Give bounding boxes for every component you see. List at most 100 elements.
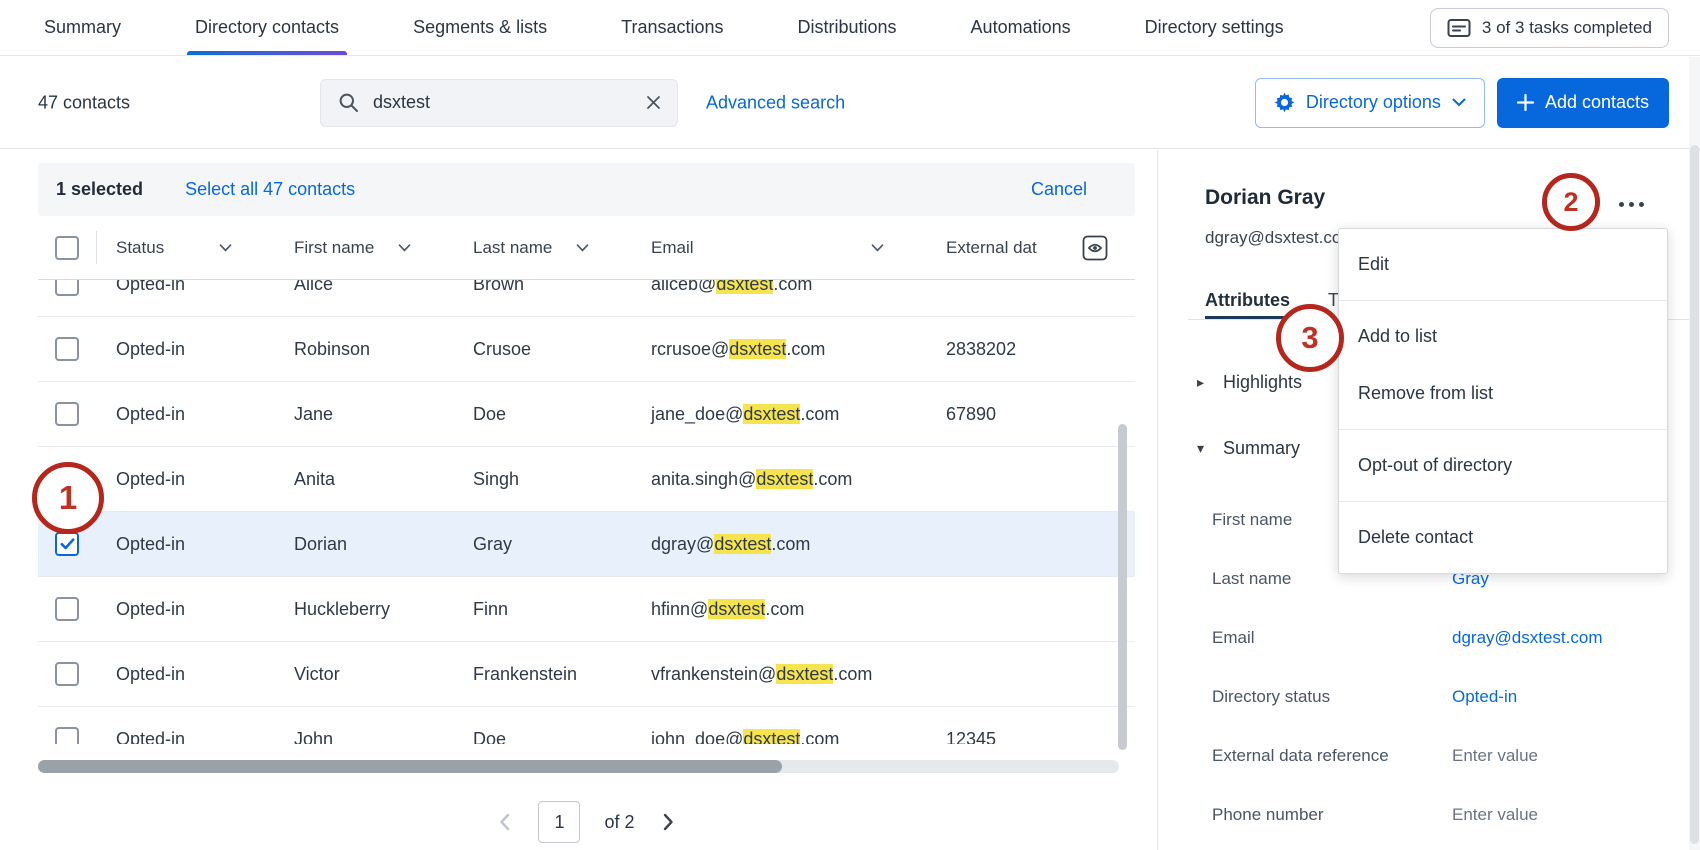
nav-tab-distributions[interactable]: Distributions [790,0,905,55]
search-highlight: dsxtest [776,664,833,684]
cell-first-name: Anita [274,469,453,490]
field-label: Directory status [1212,687,1452,707]
table-row[interactable]: Opted-inJohnDoejohn_doe@dsxtest.com12345 [38,707,1135,744]
selection-bar: 1 selected Select all 47 contacts Cancel [38,163,1135,216]
column-header-last-name[interactable]: Last name [453,216,631,279]
tasks-button-label: 3 of 3 tasks completed [1482,18,1652,38]
manage-columns-icon[interactable] [1081,234,1109,262]
table-row[interactable]: Opted-inJaneDoejane_doe@dsxtest.com67890 [38,382,1135,447]
field-label: Email [1212,628,1452,648]
table-row[interactable]: Opted-inAliceBrownaliceb@dsxtest.com [38,280,1135,317]
advanced-search-link[interactable]: Advanced search [706,92,845,113]
nav-tab-transactions[interactable]: Transactions [613,0,731,55]
row-checkbox-cell [38,280,96,296]
table-header: StatusFirst nameLast nameEmail External d… [38,216,1135,280]
menu-item-delete-contact[interactable]: Delete contact [1339,509,1667,566]
cell-first-name: Alice [274,280,453,295]
search-highlight: dsxtest [729,339,786,359]
panel-tab-attributes[interactable]: Attributes [1205,282,1290,319]
menu-item-edit[interactable]: Edit [1339,236,1667,293]
select-all-checkbox[interactable] [55,236,79,260]
page-scrollbar[interactable] [1689,57,1700,850]
horizontal-scrollbar-thumb[interactable] [38,760,782,773]
row-checkbox[interactable] [55,727,79,744]
row-checkbox[interactable] [55,662,79,686]
nav-tab-segments-lists[interactable]: Segments & lists [405,0,555,55]
table-row[interactable]: Opted-inAnitaSinghanita.singh@dsxtest.co… [38,447,1135,512]
field-row: Emaildgray@dsxtest.com [1212,608,1690,667]
chevron-down-icon [398,244,411,252]
vertical-scrollbar-thumb[interactable] [1118,424,1127,750]
nav-tab-label: Directory settings [1145,17,1284,38]
add-contacts-button[interactable]: Add contacts [1497,78,1669,128]
row-checkbox[interactable] [55,532,79,556]
table-row[interactable]: Opted-inRobinsonCrusoercrusoe@dsxtest.co… [38,317,1135,382]
cancel-selection-link[interactable]: Cancel [1031,179,1087,200]
column-header-email[interactable]: Email [631,216,926,279]
search-highlight: dsxtest [716,280,773,294]
field-value-external-data-reference[interactable]: Enter value [1452,746,1538,766]
nav-tab-directory-settings[interactable]: Directory settings [1137,0,1292,55]
cell-status: Opted-in [96,339,274,360]
horizontal-scrollbar[interactable] [38,760,1119,773]
nav-tab-label: Distributions [798,17,897,38]
row-checkbox-cell [38,532,96,556]
menu-item-remove-from-list[interactable]: Remove from list [1339,365,1667,422]
cell-last-name: Frankenstein [453,664,631,685]
menu-item-opt-out-of-directory[interactable]: Opt-out of directory [1339,437,1667,494]
page-count-label: of 2 [604,812,634,833]
tasks-completed-button[interactable]: 3 of 3 tasks completed [1430,8,1669,48]
current-page[interactable]: 1 [538,801,580,843]
select-all-checkbox-cell [38,216,96,279]
section-toggle-highlights[interactable]: ▸Highlights [1197,368,1302,396]
section-toggle-summary[interactable]: ▾Summary [1197,434,1300,462]
next-page-icon[interactable] [659,809,678,835]
cell-status: Opted-in [96,534,274,555]
active-tab-underline [187,51,347,55]
column-label: External dat [946,238,1037,258]
row-checkbox-cell [38,662,96,686]
column-header-first-name[interactable]: First name [274,216,453,279]
table-row[interactable]: Opted-inHuckleberryFinnhfinn@dsxtest.com [38,577,1135,642]
search-highlight: dsxtest [743,404,800,424]
row-checkbox[interactable] [55,402,79,426]
cell-email: anita.singh@dsxtest.com [631,469,926,490]
row-checkbox[interactable] [55,597,79,621]
annotation-circle-3: 3 [1276,304,1344,372]
select-all-link[interactable]: Select all 47 contacts [185,179,355,200]
more-options-button[interactable] [1617,196,1646,213]
prev-page-icon[interactable] [495,809,514,835]
nav-tab-summary[interactable]: Summary [36,0,129,55]
field-value-directory-status[interactable]: Opted-in [1452,687,1517,707]
cell-first-name: John [274,729,453,745]
cell-last-name: Gray [453,534,631,555]
add-contacts-label: Add contacts [1545,92,1649,113]
cell-last-name: Doe [453,404,631,425]
directory-options-button[interactable]: Directory options [1255,78,1485,128]
cell-external-data-reference: 12345 [926,729,1135,745]
cell-last-name: Doe [453,729,631,745]
field-value-phone-number[interactable]: Enter value [1452,805,1538,825]
cell-status: Opted-in [96,469,274,490]
page-scrollbar-thumb[interactable] [1690,145,1699,844]
cell-external-data-reference: 2838202 [926,339,1135,360]
table-row[interactable]: Opted-inVictorFrankensteinvfrankenstein@… [38,642,1135,707]
clear-search-icon[interactable] [646,95,661,110]
directory-options-label: Directory options [1306,92,1441,113]
nav-tab-label: Transactions [621,17,723,38]
column-header-status[interactable]: Status [96,216,274,279]
nav-tab-automations[interactable]: Automations [963,0,1079,55]
row-checkbox[interactable] [55,280,79,296]
annotation-circle-2: 2 [1542,173,1600,231]
triangle-right-icon: ▸ [1197,374,1211,391]
nav-tab-directory-contacts[interactable]: Directory contacts [187,0,347,55]
menu-item-add-to-list[interactable]: Add to list [1339,308,1667,365]
row-checkbox[interactable] [55,337,79,361]
field-value-email[interactable]: dgray@dsxtest.com [1452,628,1602,648]
row-checkbox-cell [38,337,96,361]
tasks-icon [1447,18,1471,38]
cell-email: jane_doe@dsxtest.com [631,404,926,425]
table-row[interactable]: Opted-inDorianGraydgray@dsxtest.com [38,512,1135,577]
search-input[interactable] [359,92,646,113]
cell-email: rcrusoe@dsxtest.com [631,339,926,360]
